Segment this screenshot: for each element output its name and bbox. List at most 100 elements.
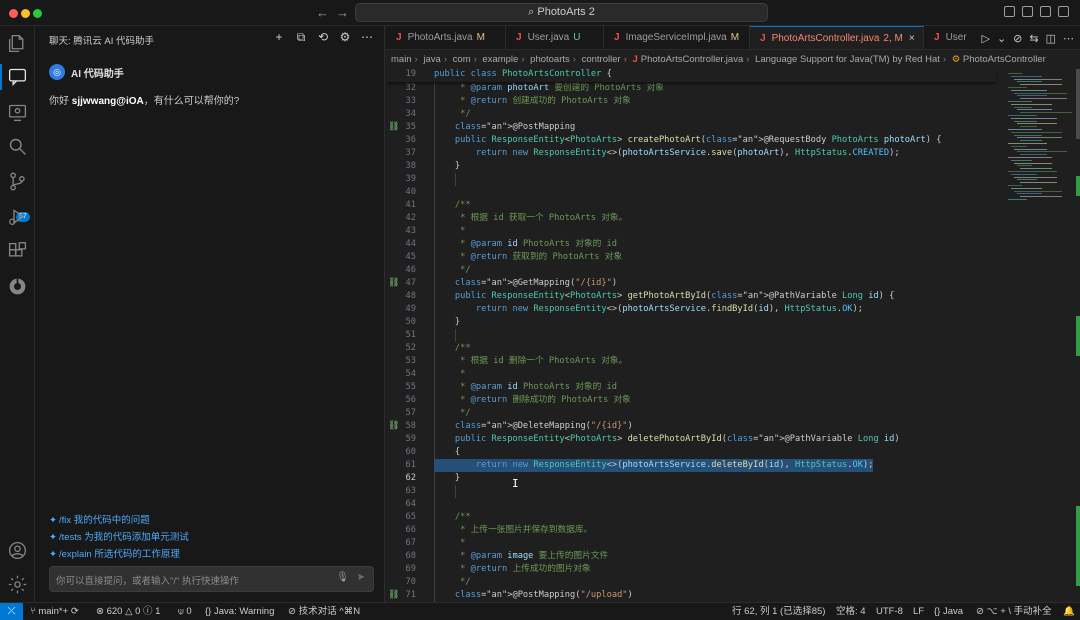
tech-chat-status[interactable]: ⊘ 技术对话 ^⌘N: [288, 603, 360, 620]
code-line[interactable]: 58 ⛓ class="an">@DeleteMapping("/{id}"): [386, 420, 996, 433]
code-line[interactable]: 55 * @param id PhotoArts 对象的 id: [386, 381, 996, 394]
language-mode[interactable]: {} Java: [934, 603, 963, 620]
suggestion-explain[interactable]: ✦/explain 所选代码的工作原理: [49, 546, 189, 560]
breadcrumb-item[interactable]: com: [453, 54, 471, 65]
breadcrumb-item[interactable]: PhotoArtsController.java: [641, 54, 743, 65]
ai-assistant-icon[interactable]: [7, 276, 28, 297]
scrollbar-thumb[interactable]: [1076, 69, 1080, 139]
code-line[interactable]: 63: [386, 485, 996, 498]
encoding-setting[interactable]: UTF-8: [876, 603, 903, 620]
code-line[interactable]: 39: [386, 173, 996, 186]
split-editor-icon[interactable]: ◫: [1046, 32, 1056, 45]
code-line[interactable]: 64: [386, 498, 996, 511]
tab-photoarts[interactable]: J PhotoArts.java M: [386, 26, 506, 49]
chat-icon[interactable]: [7, 66, 28, 87]
branch-indicator[interactable]: ⑂ main*+ ⟳: [30, 603, 79, 620]
toggle-secondary-sidebar-icon[interactable]: [1040, 6, 1051, 17]
code-line[interactable]: 37 return new ResponseEntity<>(photoArts…: [386, 147, 996, 160]
remote-explorer-icon[interactable]: [7, 102, 28, 123]
code-line[interactable]: 65 /**: [386, 511, 996, 524]
customize-layout-icon[interactable]: [1058, 6, 1069, 17]
code-line[interactable]: 34 */: [386, 108, 996, 121]
code-line[interactable]: 67 *: [386, 537, 996, 550]
tab-photoartscontroller[interactable]: J PhotoArtsController.java 2, M ×: [750, 26, 924, 49]
code-line[interactable]: 43 *: [386, 225, 996, 238]
run-debug-icon[interactable]: [7, 206, 28, 227]
source-control-icon[interactable]: [7, 171, 28, 192]
code-line[interactable]: 60 {: [386, 446, 996, 459]
suggestion-tests[interactable]: ✦/tests 为我的代码添加单元测试: [49, 529, 189, 543]
sticky-scroll-header[interactable]: 19 public class PhotoArtsController {: [386, 69, 996, 82]
new-chat-icon[interactable]: +: [272, 30, 286, 45]
history-icon[interactable]: ⟲: [316, 30, 330, 45]
code-line[interactable]: 59 public ResponseEntity<PhotoArts> dele…: [386, 433, 996, 446]
code-editor[interactable]: 32 * @param photoArt 要创建的 PhotoArts 对象 33…: [386, 69, 1080, 602]
breadcrumb-item[interactable]: controller: [582, 54, 621, 65]
code-line[interactable]: 36 public ResponseEntity<PhotoArts> crea…: [386, 134, 996, 147]
eol-setting[interactable]: LF: [913, 603, 924, 620]
maximize-window-button[interactable]: [33, 9, 42, 18]
code-line[interactable]: 54 *: [386, 368, 996, 381]
compare-icon[interactable]: ⇆: [1029, 32, 1038, 45]
code-line[interactable]: 46 */: [386, 264, 996, 277]
code-line[interactable]: 50 }: [386, 316, 996, 329]
account-icon[interactable]: [7, 540, 28, 561]
code-line[interactable]: 48 public ResponseEntity<PhotoArts> getP…: [386, 290, 996, 303]
breadcrumb-item[interactable]: photoarts: [530, 54, 570, 65]
breadcrumb-item[interactable]: main: [391, 54, 412, 65]
code-line[interactable]: 51: [386, 329, 996, 342]
chevron-down-icon[interactable]: ⌄: [997, 32, 1006, 45]
gear-icon[interactable]: ⚙: [338, 30, 352, 45]
code-line[interactable]: 52 /**: [386, 342, 996, 355]
remote-indicator-icon[interactable]: ⤫: [0, 603, 23, 620]
code-line[interactable]: 68 * @param image 要上传的图片文件: [386, 550, 996, 563]
bell-icon[interactable]: 🔔: [1063, 603, 1075, 620]
breadcrumb-item[interactable]: Language Support for Java(TM) by Red Hat: [755, 54, 940, 65]
code-line[interactable]: 62 }: [386, 472, 996, 485]
code-line[interactable]: 57 */: [386, 407, 996, 420]
suggestion-fix[interactable]: ✦/fix 我的代码中的问题: [49, 512, 189, 526]
code-line[interactable]: 70 */: [386, 576, 996, 589]
ports-indicator[interactable]: ⍦ 0: [178, 603, 192, 620]
code-line[interactable]: 42 * 根据 id 获取一个 PhotoArts 对象。: [386, 212, 996, 225]
code-line[interactable]: 44 * @param id PhotoArts 对象的 id: [386, 238, 996, 251]
microphone-icon[interactable]: 🎙: [336, 572, 349, 583]
arrow-left-icon[interactable]: ←: [316, 5, 329, 20]
code-line[interactable]: 40: [386, 186, 996, 199]
endpoint-link-icon[interactable]: ⛓: [388, 589, 399, 602]
completion-hint[interactable]: ⊘ ⌥ + \ 手动补全: [976, 603, 1052, 620]
code-line[interactable]: 69 * @return 上传成功的图片对象: [386, 563, 996, 576]
run-icon[interactable]: ▷: [981, 32, 989, 45]
breadcrumb-item[interactable]: example: [482, 54, 518, 65]
tab-imageserviceimpl[interactable]: J ImageServiceImpl.java M: [604, 26, 750, 49]
explorer-icon[interactable]: [7, 33, 28, 54]
code-line[interactable]: 47 ⛓ class="an">@GetMapping("/{id}"): [386, 277, 996, 290]
code-line[interactable]: 33 * @return 创建成功的 PhotoArts 对象: [386, 95, 996, 108]
breadcrumb-item[interactable]: PhotoArtsController: [963, 54, 1046, 65]
endpoint-link-icon[interactable]: ⛓: [388, 420, 399, 433]
code-line[interactable]: 38 }: [386, 160, 996, 173]
code-line[interactable]: 35 ⛓ class="an">@PostMapping: [386, 121, 996, 134]
breadcrumb-item[interactable]: java: [423, 54, 440, 65]
code-line[interactable]: 56 * @return 删除成功的 PhotoArts 对象: [386, 394, 996, 407]
chat-input[interactable]: 你可以直接提问，或者输入"/" 执行快速操作 🎙 ➤: [49, 566, 374, 592]
close-icon[interactable]: ×: [909, 33, 915, 44]
problems-indicator[interactable]: ⊗ 620 △ 0 ⓘ 1: [96, 603, 160, 620]
send-icon[interactable]: ➤: [357, 572, 365, 583]
cursor-position[interactable]: 行 62, 列 1 (已选择85): [732, 603, 825, 620]
code-line[interactable]: 53 * 根据 id 删除一个 PhotoArts 对象。: [386, 355, 996, 368]
toggle-sidebar-icon[interactable]: [1004, 6, 1015, 17]
code-line[interactable]: 41 /**: [386, 199, 996, 212]
arrow-right-icon[interactable]: →: [336, 5, 349, 20]
minimize-window-button[interactable]: [21, 9, 30, 18]
java-status[interactable]: {} Java: Warning: [205, 603, 274, 620]
endpoint-link-icon[interactable]: ⛓: [388, 277, 399, 290]
command-center-search[interactable]: ⌕ PhotoArts 2: [355, 3, 768, 22]
toggle-panel-icon[interactable]: [1022, 6, 1033, 17]
code-line[interactable]: 71 ⛓ class="an">@PostMapping("/upload"): [386, 589, 996, 602]
endpoint-link-icon[interactable]: ⛓: [388, 121, 399, 134]
code-line[interactable]: 45 * @return 获取到的 PhotoArts 对象: [386, 251, 996, 264]
code-line[interactable]: 66 * 上传一张图片并保存到数据库。: [386, 524, 996, 537]
code-line[interactable]: 61💡 return new ResponseEntity<>(photoArt…: [386, 459, 996, 472]
more-actions-icon[interactable]: ⋯: [1063, 32, 1074, 45]
